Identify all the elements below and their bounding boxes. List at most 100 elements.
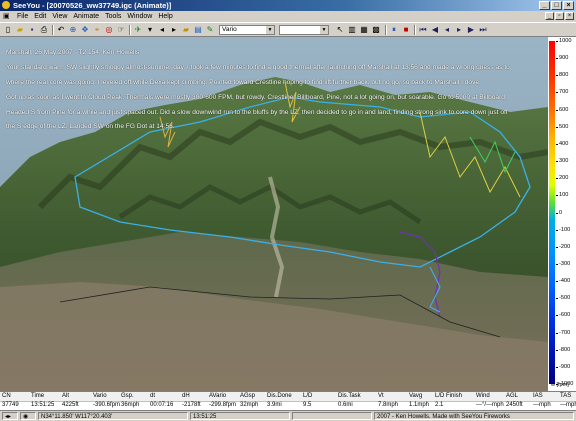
table-cell: 7.8mph (378, 402, 399, 408)
table-cell: 4225ft (62, 402, 79, 408)
chevron-down-icon[interactable]: ▾ (145, 25, 155, 35)
menu-edit[interactable]: Edit (31, 11, 49, 22)
status-coordinates: N34°11.850' W117°20.403' (38, 412, 188, 420)
undo-icon[interactable]: ↶ (56, 25, 66, 35)
flight-icon[interactable]: ✈ (133, 25, 143, 35)
column-header[interactable]: IAS (533, 392, 543, 401)
vario-color-scale: 1000 900 800 700 600 500 400 300 200 100 0 -100 -200… (548, 37, 576, 391)
new-file-icon[interactable]: ▯ (3, 25, 13, 35)
column-header[interactable]: L/D (303, 392, 312, 401)
mdi-minimize-button[interactable]: _ (545, 12, 554, 20)
3d-flight-view[interactable]: Marshall, 26 May 2007 - T2 154, Ken Howe… (0, 37, 548, 391)
mdi-restore-button[interactable]: ▫ (555, 12, 564, 20)
column-header[interactable]: Dis.Task (338, 392, 361, 401)
pause-icon[interactable]: ⏸ (389, 25, 399, 35)
menu-file[interactable]: File (14, 11, 31, 22)
column-header[interactable]: AVario (209, 392, 226, 401)
hand-icon[interactable]: ☞ (116, 25, 126, 35)
table-cell: 36mph (121, 402, 140, 408)
menu-help[interactable]: Help (155, 11, 175, 22)
column-header[interactable]: Dis.Done (267, 392, 292, 401)
layers-icon[interactable]: ▦ (359, 25, 369, 35)
chart-icon[interactable]: ▤ (193, 25, 203, 35)
description-line: Got up as soon as I went to Cloud Peak. … (6, 93, 507, 101)
scale-tick (556, 178, 558, 180)
scale-tick-label: -700 (559, 329, 571, 336)
column-header[interactable]: TAS (560, 392, 571, 401)
scale-tick (556, 332, 558, 334)
skip-start-icon[interactable]: ⏮ (418, 25, 428, 35)
target-icon[interactable]: ◎ (104, 25, 114, 35)
chevron-down-icon[interactable]: ▼ (320, 26, 328, 34)
secondary-select[interactable]: ▼ (279, 25, 329, 35)
scale-tick (556, 92, 558, 94)
doc-icon[interactable]: ▣ (0, 11, 14, 22)
play-icon[interactable]: ▶ (466, 25, 476, 35)
column-header[interactable]: Time (31, 392, 44, 401)
column-header[interactable]: CN (2, 392, 11, 401)
column-header[interactable]: Vt (378, 392, 384, 401)
flight-description: Marshall, 26 May 2007 - T2 154, Ken Howe… (6, 42, 546, 138)
split-icon[interactable]: ▥ (347, 25, 357, 35)
pan-icon[interactable]: ✥ (80, 25, 90, 35)
mdi-close-button[interactable]: × (565, 12, 574, 20)
display-mode-select[interactable]: Vario ▼ (219, 25, 275, 35)
table-cell: ---mph (533, 402, 551, 408)
column-header[interactable]: Alt (62, 392, 69, 401)
folder-icon[interactable]: ▰ (181, 25, 191, 35)
status-blank (292, 412, 372, 420)
scale-tick (556, 41, 558, 42)
step-forward-icon[interactable]: ▸ (454, 25, 464, 35)
status-time: 13:51:25 (190, 412, 290, 420)
table-cell: 00:07:16 (150, 402, 174, 408)
close-button[interactable]: × (563, 1, 574, 10)
scale-tick-label: -800 (559, 346, 571, 353)
scale-tick (556, 161, 558, 163)
tools-icon[interactable]: ✎ (205, 25, 215, 35)
step-back-icon[interactable]: ◂ (442, 25, 452, 35)
scale-tick-label: -400 (559, 278, 571, 285)
measure-icon[interactable]: ⌖ (92, 25, 102, 35)
scale-tick-label: 800 (559, 72, 569, 79)
minimize-button[interactable]: _ (539, 1, 550, 10)
menu-window[interactable]: Window (124, 11, 155, 22)
save-icon[interactable]: ▪ (27, 25, 37, 35)
vario-gradient-bar (549, 41, 555, 384)
menu-tools[interactable]: Tools (102, 11, 124, 22)
description-line: Marshall, 26 May 2007 - T2 154, Ken Howe… (6, 49, 140, 57)
forward-icon[interactable]: ▸ (169, 25, 179, 35)
table-row[interactable]: 37749 13:51:25 4225ft -390.6fpm 36mph 00:07:1… (0, 401, 576, 410)
column-header[interactable]: Vario (93, 392, 107, 401)
table-cell: 9.5 (303, 402, 312, 408)
menu-animate[interactable]: Animate (70, 11, 102, 22)
pointer-icon[interactable]: ↖ (335, 25, 345, 35)
column-header[interactable]: Gsp. (121, 392, 134, 401)
column-header[interactable]: AGsp (240, 392, 255, 401)
grid-icon[interactable]: ▩ (371, 25, 381, 35)
column-header[interactable]: L/D Finish (435, 392, 462, 401)
column-header[interactable]: dH (182, 392, 190, 401)
scale-tick (556, 143, 558, 145)
back-icon[interactable]: ◂ (157, 25, 167, 35)
zoom-icon[interactable]: ⊕ (68, 25, 78, 35)
column-header[interactable]: Vavg (409, 392, 422, 401)
scale-tick-label: 100 (559, 192, 569, 199)
rewind-icon[interactable]: ◀ (430, 25, 440, 35)
scale-tick-label: 400 (559, 140, 569, 147)
scale-tick (556, 75, 558, 77)
column-header[interactable]: dt (150, 392, 155, 401)
status-bar: ◂▸ ◉ N34°11.850' W117°20.403' 13:51:25 2… (0, 410, 576, 421)
print-icon[interactable]: ⎙ (39, 25, 49, 35)
open-folder-icon[interactable]: ▰ (15, 25, 25, 35)
chevron-down-icon[interactable]: ▼ (266, 26, 274, 34)
table-cell: ---mph (560, 402, 576, 408)
scale-tick (556, 109, 558, 111)
skip-end-icon[interactable]: ⏭ (478, 25, 488, 35)
column-header[interactable]: Wind (476, 392, 490, 401)
table-cell: 2450ft (506, 402, 523, 408)
menu-view[interactable]: View (49, 11, 70, 22)
column-header[interactable]: AGL (506, 392, 518, 401)
status-copyright: 2007 - Ken Howells. Made with SeeYou Fir… (374, 412, 574, 420)
stop-icon[interactable]: ■ (401, 25, 411, 35)
maximize-button[interactable]: □ (551, 1, 562, 10)
